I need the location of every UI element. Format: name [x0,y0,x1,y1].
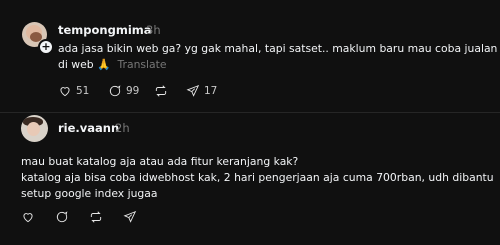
username[interactable]: tempongmima [58,23,152,37]
repost-button[interactable] [89,210,103,224]
heart-icon [23,213,33,223]
post-tempongmima: + tempongmima 3h ada jasa bikin web ga? … [0,0,500,113]
like-button[interactable]: 51 [58,84,89,98]
follow-plus-icon[interactable]: + [38,39,54,55]
reply-button[interactable]: 99 [108,84,139,98]
post-text-tail: di web [58,58,94,71]
repost-button[interactable] [154,84,168,98]
heart-icon [60,87,70,97]
share-button[interactable]: 17 [186,84,217,98]
send-icon [123,210,137,223]
comment-icon [56,211,68,223]
like-button[interactable] [21,210,35,224]
repost-icon [90,211,102,223]
post-text-line: setup google index jugaa [21,187,158,200]
share-count: 17 [204,85,218,97]
post-text-line: mau buat katalog aja atau ada fitur kera… [21,155,299,168]
timestamp: 2h [115,121,130,135]
reply-button[interactable] [55,210,69,224]
share-button[interactable] [123,210,137,224]
username[interactable]: rie.vaann [58,121,119,135]
repost-icon [155,85,167,97]
post-text-line: katalog aja bisa coba idwebhost kak, 2 h… [21,171,494,184]
reply-count: 99 [126,85,140,97]
post-text-line: di web 🙏 Translate [58,56,167,73]
send-icon [186,84,200,97]
pray-emoji: 🙏 [97,58,111,71]
translate-link[interactable]: Translate [118,58,167,71]
timestamp: 3h [146,23,161,37]
post-rie-vaann: rie.vaann 2h mau buat katalog aja atau a… [0,113,500,245]
like-count: 51 [76,85,90,97]
avatar[interactable] [21,115,48,142]
comment-icon [109,85,121,97]
post-text-line: ada jasa bikin web ga? yg gak mahal, tap… [58,42,498,55]
